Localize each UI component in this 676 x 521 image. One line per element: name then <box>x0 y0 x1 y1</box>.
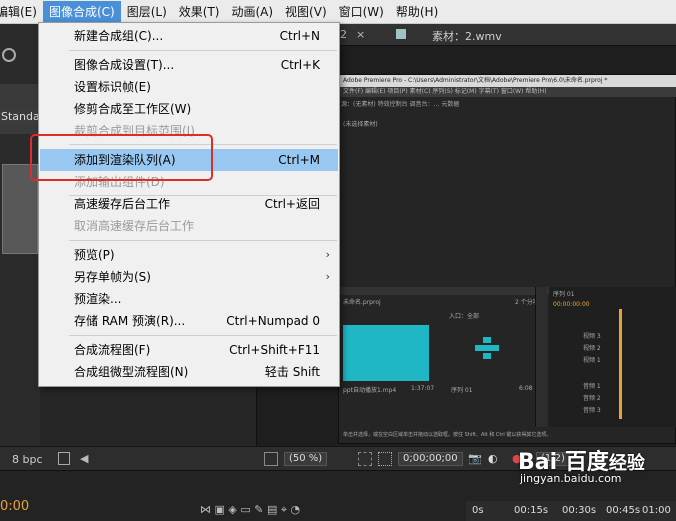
menu-item-mini-flowchart[interactable]: 合成组微型流程图(N) 轻击 Shift <box>40 361 338 383</box>
clip-thumbnail-1[interactable] <box>343 325 429 381</box>
menu-item-set-poster-frame[interactable]: 设置标识帧(E) <box>40 76 338 98</box>
submenu-arrow-icon: › <box>325 270 330 283</box>
transport-icons[interactable]: ⋈ ▣ ◈ ▭ ✎ ▤ ⌖ ◔ <box>200 503 300 517</box>
mask-icon[interactable] <box>378 452 392 466</box>
tick-60: 01:00 <box>642 505 671 516</box>
menu-edit[interactable]: 编辑(E) <box>0 1 43 23</box>
watermark-url: jingyan.baidu.com <box>520 472 622 485</box>
menu-help[interactable]: 帮助(H) <box>390 1 444 23</box>
sequence-time: 00:00:00:00 <box>553 301 590 308</box>
menu-item-save-frame-as[interactable]: 另存单帧为(S) › <box>40 266 338 288</box>
menu-item-cache-work-area[interactable]: 高速缓存后台工作 Ctrl+返回 <box>40 193 338 215</box>
track-a3: 音频 3 <box>583 407 601 414</box>
tick-0: 0s <box>472 505 484 516</box>
bpc-label[interactable]: 8 bpc <box>12 453 43 466</box>
trash-icon[interactable] <box>58 452 70 465</box>
workspace-label[interactable]: Standard <box>0 110 40 124</box>
menu-item-composition-settings[interactable]: 图像合成设置(T)... Ctrl+K <box>40 54 338 76</box>
track-v3: 视频 3 <box>583 333 601 340</box>
current-time[interactable]: 0:00 <box>0 499 29 514</box>
track-a2: 音频 2 <box>583 395 601 402</box>
menu-composition[interactable]: 图像合成(C) <box>42 0 121 23</box>
camera-icon[interactable]: 📷 <box>468 452 482 465</box>
menu-window[interactable]: 窗口(W) <box>333 1 390 23</box>
menu-bar: 编辑(E) 图像合成(C) 图层(L) 效果(T) 动画(A) 视图(V) 窗口… <box>0 0 676 24</box>
tick-45: 00:45s <box>606 505 641 516</box>
track-a1: 音频 1 <box>583 383 601 390</box>
menu-item-pre-render[interactable]: 预渲染... <box>40 288 338 310</box>
premiere-status: 单击并选择，或在空白区域单击并拖动以选取框。按住 Shift、Alt 和 Ctr… <box>343 432 552 438</box>
project-bottom-bar: 8 bpc ◀ <box>0 446 256 470</box>
premiere-entry-label: 入口：全部 <box>449 313 480 320</box>
footage-icon <box>396 29 406 39</box>
viewer-tab-label[interactable]: 素材：2.wmv <box>432 28 502 44</box>
tick-30: 00:30s <box>562 505 597 516</box>
menu-item-preview[interactable]: 预览(P) › <box>40 244 338 266</box>
tick-15: 00:15s <box>514 505 549 516</box>
premiere-project-label: 未命名.prproj <box>343 299 381 306</box>
left-tool-panel <box>0 24 40 484</box>
composition-menu-dropdown: 新建合成组(C)... Ctrl+N 图像合成设置(T)... Ctrl+K 设… <box>38 22 340 387</box>
menu-view[interactable]: 视图(V) <box>279 1 333 23</box>
premiere-menu: 文件(F) 编辑(E) 项目(P) 素材(C) 序列(S) 标记(M) 字幕(T… <box>339 87 676 97</box>
menu-layer[interactable]: 图层(L) <box>121 1 173 23</box>
menu-item-save-ram-preview[interactable]: 存储 RAM 预演(R)... Ctrl+Numpad 0 <box>40 310 338 332</box>
menu-animation[interactable]: 动画(A) <box>225 1 279 23</box>
playhead-marker <box>619 309 622 419</box>
submenu-arrow-icon: › <box>325 248 330 261</box>
highlight-annotation <box>30 134 213 181</box>
zoom-select[interactable]: (50 %) <box>284 452 328 466</box>
timecode-field[interactable]: 0;00;00;00 <box>398 452 463 466</box>
clip-thumbnail-2[interactable] <box>475 337 499 361</box>
after-effects-window: 编辑(E) 图像合成(C) 图层(L) 效果(T) 动画(A) 视图(V) 窗口… <box>0 0 676 521</box>
search-icon[interactable] <box>2 48 16 62</box>
viewer-tab-number[interactable]: 2 <box>340 28 347 41</box>
menu-item-composition-flowchart[interactable]: 合成流程图(F) Ctrl+Shift+F11 <box>40 339 338 361</box>
menu-item-trim-to-work-area[interactable]: 修剪合成至工作区(W) <box>40 98 338 120</box>
premiere-footage-frame: Adobe Premiere Pro - C:\Users\Administra… <box>338 74 676 444</box>
grid-icon[interactable] <box>358 452 372 466</box>
project-panel-strip <box>0 84 40 134</box>
menu-separator <box>69 50 337 51</box>
track-v2: 视频 2 <box>583 345 601 352</box>
close-icon[interactable]: × <box>356 28 365 41</box>
menu-effect[interactable]: 效果(T) <box>173 1 226 23</box>
premiere-tabs: 源：(无素材) 特效控制台 调音台：… 元数据 <box>341 101 460 108</box>
premiere-sequence-panel: 序列 01 00:00:00:00 视频 3 视频 2 视频 1 音频 1 音频… <box>549 287 676 427</box>
scroll-left-icon[interactable]: ◀ <box>80 452 88 465</box>
clip2-name: 序列 01 <box>451 387 473 394</box>
menu-separator <box>69 240 337 241</box>
premiere-title: Adobe Premiere Pro - C:\Users\Administra… <box>339 75 676 87</box>
region-toggle-icon[interactable] <box>264 452 278 466</box>
menu-separator <box>69 335 337 336</box>
premiere-source-label: (未选择素材) <box>343 121 378 128</box>
clip2-duration: 6:08 <box>519 385 533 392</box>
channel-icon[interactable]: ◐ <box>488 452 498 465</box>
timeline-ruler[interactable]: 0s 00:15s 00:30s 00:45s 01:00 <box>466 501 676 521</box>
sequence-tab: 序列 01 <box>553 291 575 298</box>
clip1-duration: 1:37:07 <box>411 385 435 392</box>
menu-item-cancel-cache[interactable]: 取消高速缓存后台工作 <box>40 215 338 237</box>
clip1-name: ppt自动播放1.mp4 <box>343 387 397 394</box>
menu-item-new-composition[interactable]: 新建合成组(C)... Ctrl+N <box>40 25 338 47</box>
track-v1: 视频 1 <box>583 357 601 364</box>
premiere-tools-strip <box>535 287 547 427</box>
